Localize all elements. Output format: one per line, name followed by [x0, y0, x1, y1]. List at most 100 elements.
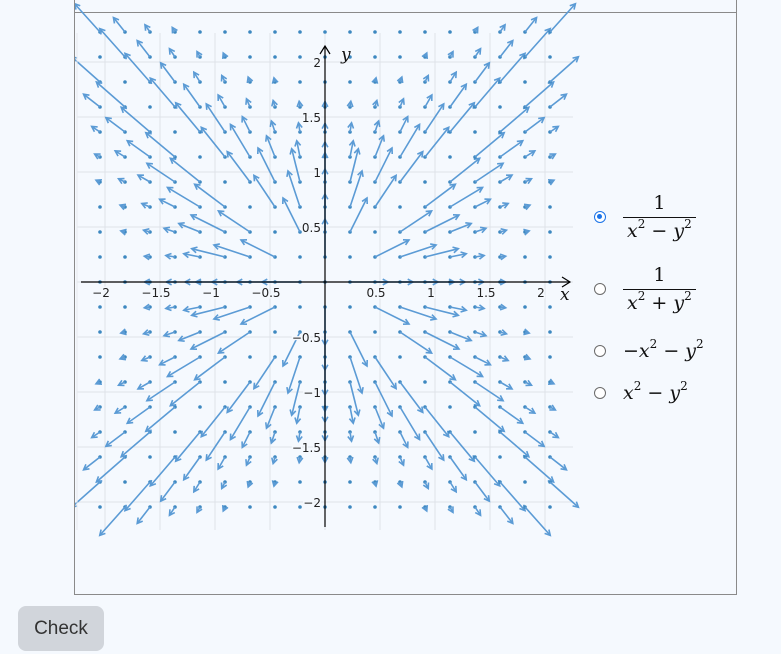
- field-arrow: [193, 183, 227, 209]
- field-arrow: [119, 430, 152, 458]
- arrow-base: [198, 405, 202, 409]
- arrow-base: [398, 55, 402, 59]
- field-arrow: [93, 153, 102, 160]
- y-tick-label: −0.5: [292, 331, 321, 345]
- arrow-base: [298, 255, 302, 259]
- field-arrow: [348, 480, 352, 484]
- field-arrow: [98, 205, 102, 209]
- field-arrow: [145, 162, 177, 184]
- arrow-base: [248, 55, 252, 59]
- field-arrow: [371, 480, 379, 488]
- arrow-base: [98, 255, 102, 259]
- field-arrow: [523, 328, 531, 336]
- field-arrow: [177, 330, 202, 343]
- arrow-shaft: [205, 431, 226, 461]
- arrow-shaft: [499, 481, 526, 512]
- field-arrow: [295, 430, 303, 443]
- y-tick-label: 1.5: [302, 111, 321, 125]
- field-arrow: [473, 61, 491, 84]
- field-arrow: [212, 305, 252, 321]
- field-arrow: [123, 480, 127, 484]
- field-arrow: [373, 330, 377, 334]
- x-tick-label: −2: [92, 286, 110, 300]
- option-1-formula: 1 x2 − y2: [623, 192, 696, 242]
- option-2[interactable]: 1 x2 + y2: [594, 264, 696, 314]
- field-arrow: [248, 505, 252, 509]
- y-tick-label: 1: [313, 166, 321, 180]
- field-arrow: [348, 139, 356, 159]
- arrow-base: [123, 255, 127, 259]
- arrow-shaft: [399, 331, 433, 354]
- field-arrow: [548, 305, 552, 309]
- arrow-base: [98, 230, 102, 234]
- check-button[interactable]: Check: [18, 606, 104, 651]
- field-arrow: [548, 125, 560, 134]
- option-4-radio[interactable]: [594, 387, 606, 399]
- arrow-shaft: [549, 56, 579, 83]
- option-3-formula: −x2 − y2: [623, 337, 704, 362]
- field-arrow: [221, 504, 229, 513]
- field-arrow: [423, 93, 433, 109]
- field-arrow: [123, 52, 152, 84]
- field-arrow: [498, 253, 508, 261]
- field-arrow: [159, 480, 177, 503]
- field-arrow: [423, 455, 433, 471]
- arrow-shaft: [474, 456, 501, 487]
- field-arrow: [169, 157, 202, 184]
- field-arrow: [548, 455, 568, 471]
- option-2-radio[interactable]: [594, 283, 606, 295]
- field-arrow: [149, 76, 177, 109]
- field-arrow: [90, 125, 102, 134]
- field-arrow: [248, 55, 252, 59]
- option-1[interactable]: 1 x2 − y2: [594, 192, 696, 242]
- field-arrow: [182, 251, 202, 259]
- field-arrow: [162, 330, 177, 338]
- field-arrow: [398, 30, 402, 34]
- field-arrow: [498, 380, 514, 390]
- field-arrow: [347, 121, 355, 134]
- field-arrow: [273, 230, 277, 234]
- option-3[interactable]: −x2 − y2: [594, 337, 704, 362]
- arrow-shaft: [105, 431, 126, 447]
- field-arrow: [396, 75, 404, 84]
- field-arrow: [448, 430, 476, 463]
- field-arrow: [371, 76, 379, 84]
- option-4[interactable]: x2 − y2: [594, 379, 688, 404]
- arrow-shaft: [160, 62, 176, 83]
- arrow-shaft: [449, 157, 481, 183]
- field-arrow: [182, 305, 202, 313]
- option-4-formula: x2 − y2: [623, 379, 688, 404]
- arrow-shaft: [549, 93, 567, 108]
- field-arrow: [423, 430, 445, 462]
- field-arrow: [448, 155, 452, 159]
- arrow-shaft: [124, 481, 151, 512]
- field-arrow: [245, 97, 252, 109]
- arrow-shaft: [190, 214, 226, 233]
- field-arrow: [498, 303, 508, 311]
- field-arrow: [473, 430, 477, 434]
- field-arrow: [94, 378, 103, 386]
- arrow-shaft: [524, 506, 551, 536]
- arrow-shaft: [83, 93, 101, 108]
- arrow-shaft: [183, 456, 201, 481]
- arrow-shaft: [75, 481, 101, 506]
- field-arrow: [473, 47, 482, 59]
- field-arrow: [82, 93, 102, 109]
- option-3-radio[interactable]: [594, 345, 606, 357]
- field-arrow: [205, 102, 227, 134]
- field-arrow: [523, 116, 546, 134]
- field-arrow: [473, 304, 486, 312]
- field-arrow: [396, 480, 404, 489]
- arrow-base: [523, 480, 527, 484]
- field-arrow: [498, 405, 525, 425]
- field-arrow: [221, 51, 229, 60]
- field-arrow: [168, 47, 177, 59]
- arrow-shaft: [95, 456, 126, 483]
- field-arrow: [423, 30, 427, 34]
- field-arrow: [421, 504, 429, 513]
- field-arrow: [548, 330, 552, 334]
- option-1-radio[interactable]: [594, 211, 606, 223]
- field-arrow: [75, 56, 102, 84]
- arrow-base: [423, 380, 427, 384]
- field-arrow: [136, 174, 152, 184]
